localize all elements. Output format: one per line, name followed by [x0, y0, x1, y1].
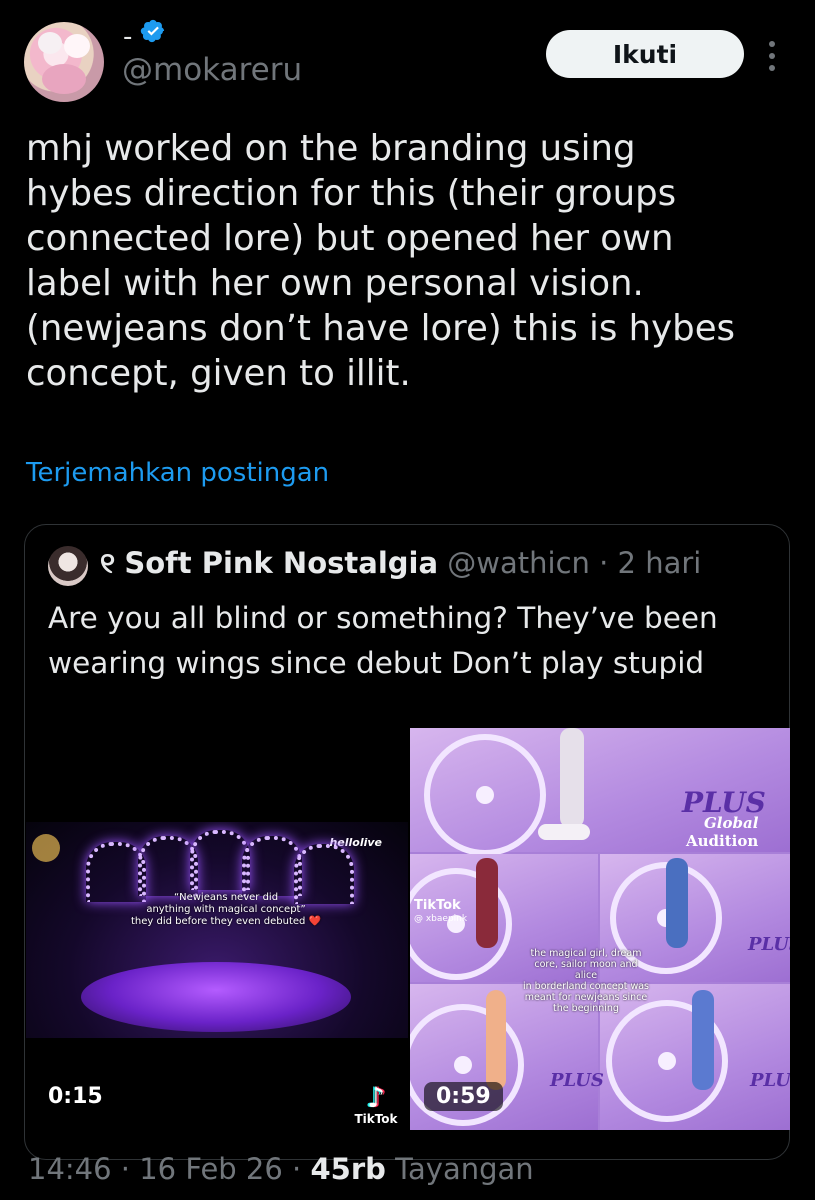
quote-text-line: wearing wings since debut Don’t play stu…: [48, 646, 705, 680]
author-display-name[interactable]: -: [123, 22, 132, 52]
quote-author-name[interactable]: Soft Pink Nostalgia: [124, 546, 438, 580]
channel-badge-icon: [32, 834, 60, 862]
tweet-text-line: hybes direction for this (their groups: [26, 173, 677, 214]
tiktok-logo-label: TikTok: [354, 1112, 398, 1126]
quote-badge-glyph: ୧: [100, 546, 116, 580]
tweet-text-line: concept, given to illit.: [26, 353, 411, 394]
tiktok-handle: @ xbaepink: [414, 914, 468, 924]
views-count[interactable]: 45rb: [310, 1152, 385, 1186]
video-overlay-caption: the magical girl, dream core, sailor moo…: [522, 948, 650, 1014]
quote-timestamp[interactable]: 2 hari: [618, 546, 702, 580]
author-username[interactable]: @mokareru: [122, 52, 302, 88]
post-meta-footer: 14:46 · 16 Feb 26 · 45rb Tayangan: [28, 1152, 534, 1186]
plus-logo-text-small: PLUS: [550, 1070, 604, 1091]
post-date[interactable]: 16 Feb 26: [139, 1152, 283, 1186]
quote-author-handle[interactable]: @wathicn: [447, 546, 590, 580]
video-duration-left: 0:15: [36, 1082, 115, 1111]
caption-line: core, sailor moon and alice: [534, 959, 638, 981]
separator: ·: [599, 546, 609, 580]
quote-author-avatar[interactable]: [48, 546, 88, 586]
quote-author-row: ୧ Soft Pink Nostalgia @wathicn · 2 hari: [100, 546, 701, 581]
author-avatar[interactable]: [24, 22, 104, 102]
caption-line: the magical girl, dream: [530, 948, 642, 959]
video-thumbnail-left[interactable]: hellolive “Newjeans never did anything w…: [26, 822, 408, 1038]
views-label: Tayangan: [395, 1152, 534, 1186]
separator: ·: [292, 1152, 302, 1186]
plus-logo-text-small: PLUS: [750, 1070, 790, 1091]
tweet-text-line: mhj worked on the branding using: [26, 128, 636, 169]
video-thumbnail-right[interactable]: PLUS Global Audition TikTok @ xbaepink P…: [410, 728, 790, 1130]
quote-text-line: Are you all blind or something? They’ve …: [48, 601, 718, 635]
caption-line: “Newjeans never did: [173, 892, 279, 903]
caption-line: in borderland concept was: [522, 981, 649, 992]
video-duration-right: 0:59: [424, 1082, 503, 1111]
caption-line: the beginning: [553, 1003, 619, 1014]
caption-line: anything with magical concept”: [146, 904, 306, 915]
tweet-text-line: (newjeans don’t have lore) this is hybes: [26, 308, 736, 349]
tweet-text-line: label with her own personal vision.: [26, 263, 644, 304]
caption-line: they did before they even debuted ❤️: [130, 916, 321, 927]
caption-line: meant for newjeans since: [524, 992, 648, 1003]
plus-logo-text-small: PLUS: [748, 934, 790, 955]
tweet-text: mhj worked on the branding using hybes d…: [26, 126, 786, 396]
tiktok-watermark: TikTok: [414, 898, 461, 913]
translate-post-link[interactable]: Terjemahkan postingan: [26, 458, 329, 488]
verified-badge-icon: [140, 19, 165, 43]
audition-logo-text: Audition: [686, 832, 759, 850]
post-time[interactable]: 14:46: [28, 1152, 112, 1186]
more-options-icon[interactable]: [764, 36, 780, 76]
video-overlay-caption: “Newjeans never did anything with magica…: [106, 892, 346, 928]
tweet-text-line: connected lore) but opened her own: [26, 218, 674, 259]
quote-text: Are you all blind or something? They’ve …: [48, 596, 778, 686]
separator: ·: [120, 1152, 131, 1186]
global-logo-text: Global: [704, 814, 759, 832]
tiktok-logo-icon: ♪ TikTok: [346, 1084, 406, 1134]
follow-button[interactable]: Ikuti: [546, 30, 744, 78]
